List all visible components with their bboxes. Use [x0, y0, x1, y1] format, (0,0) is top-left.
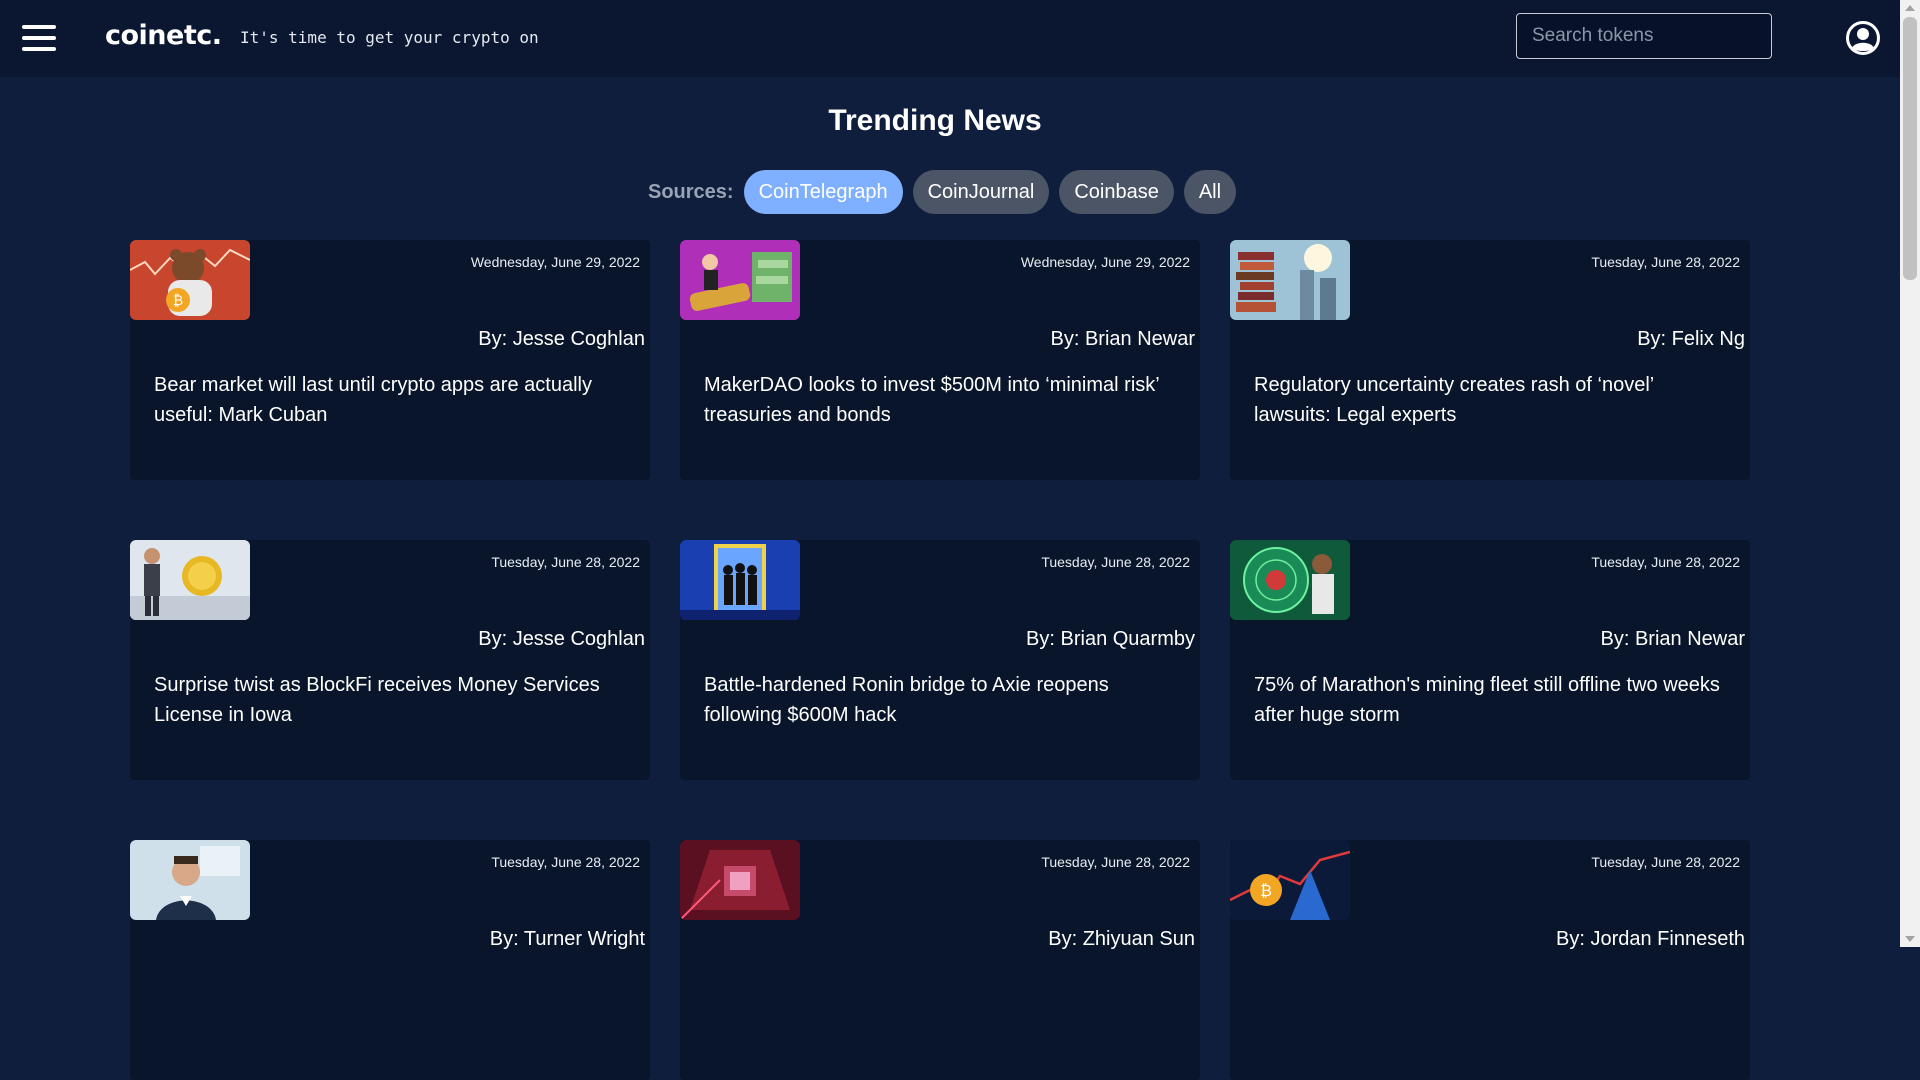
radar-scientist-thumbnail: [1230, 540, 1350, 620]
bitcoin-chart-thumbnail: ₿: [1230, 840, 1350, 920]
group-in-doorway-thumbnail: [680, 540, 800, 620]
article-date: Tuesday, June 28, 2022: [1591, 554, 1740, 570]
article-author: By: Felix Ng: [1637, 328, 1745, 350]
source-chip-all[interactable]: All: [1183, 170, 1237, 214]
article-author: By: Jordan Finneseth: [1556, 928, 1745, 950]
article-headline[interactable]: Bear market will last until crypto apps …: [154, 370, 624, 430]
source-chip-coinjournal[interactable]: CoinJournal: [912, 170, 1050, 214]
news-card[interactable]: ₿ Wednesday, June 29, 2022 By: Jesse Cog…: [130, 240, 650, 480]
man-with-coin-thumbnail: [130, 540, 250, 620]
news-card[interactable]: Wednesday, June 29, 2022 By: Brian Newar…: [680, 240, 1200, 480]
user-account-icon[interactable]: [1846, 21, 1880, 55]
news-card[interactable]: Tuesday, June 28, 2022 By: Zhiyuan Sun: [680, 840, 1200, 1080]
svg-text:₿: ₿: [173, 293, 183, 309]
article-date: Wednesday, June 29, 2022: [470, 254, 640, 270]
stacked-books-city-thumbnail: [1230, 240, 1350, 320]
scroll-down-arrow-icon[interactable]: [1905, 936, 1915, 942]
news-card[interactable]: Tuesday, June 28, 2022 By: Brian Newar 7…: [1230, 540, 1750, 780]
hamburger-menu-icon[interactable]: [22, 25, 56, 51]
page-scrollbar[interactable]: [1900, 0, 1920, 947]
source-chip-coinbase[interactable]: Coinbase: [1059, 170, 1174, 214]
article-headline[interactable]: Surprise twist as BlockFi receives Money…: [154, 670, 624, 730]
article-date: Wednesday, June 29, 2022: [1020, 254, 1190, 270]
search-input[interactable]: [1516, 13, 1772, 59]
article-author: By: Turner Wright: [489, 928, 645, 950]
source-filter: Sources: CoinTelegraph CoinJournal Coinb…: [648, 170, 1246, 214]
site-tagline: It's time to get your crypto on: [240, 28, 539, 47]
money-cannon-thumbnail: [680, 240, 800, 320]
news-card[interactable]: Tuesday, June 28, 2022 By: Felix Ng Regu…: [1230, 240, 1750, 480]
article-headline[interactable]: MakerDAO looks to invest $500M into ‘min…: [704, 370, 1174, 430]
article-headline[interactable]: Regulatory uncertainty creates rash of ‘…: [1254, 370, 1724, 430]
news-card[interactable]: Tuesday, June 28, 2022 By: Turner Wright: [130, 840, 650, 1080]
article-author: By: Jesse Coghlan: [478, 628, 645, 650]
article-date: Tuesday, June 28, 2022: [1591, 854, 1740, 870]
news-card[interactable]: ₿ Tuesday, June 28, 2022 By: Jordan Finn…: [1230, 840, 1750, 1080]
news-card[interactable]: Tuesday, June 28, 2022 By: Jesse Coghlan…: [130, 540, 650, 780]
article-date: Tuesday, June 28, 2022: [491, 854, 640, 870]
article-date: Tuesday, June 28, 2022: [491, 554, 640, 570]
article-author: By: Brian Newar: [1050, 328, 1196, 350]
scrollbar-thumb[interactable]: [1903, 17, 1917, 280]
top-bar: coinetc. It's time to get your crypto on: [0, 0, 1900, 77]
news-card[interactable]: Tuesday, June 28, 2022 By: Brian Quarmby…: [680, 540, 1200, 780]
sources-label: Sources:: [648, 180, 734, 203]
scroll-up-arrow-icon[interactable]: [1905, 5, 1915, 11]
page-title: Trending News: [828, 104, 1042, 137]
article-date: Tuesday, June 28, 2022: [1591, 254, 1740, 270]
site-logo[interactable]: coinetc.: [105, 20, 222, 51]
article-author: By: Jesse Coghlan: [478, 328, 645, 350]
article-headline[interactable]: Battle-hardened Ronin bridge to Axie reo…: [704, 670, 1174, 730]
red-room-thumbnail: [680, 840, 800, 920]
svg-text:₿: ₿: [1260, 881, 1272, 900]
article-author: By: Brian Quarmby: [1026, 628, 1195, 650]
article-headline[interactable]: 75% of Marathon's mining fleet still off…: [1254, 670, 1724, 730]
article-date: Tuesday, June 28, 2022: [1041, 854, 1190, 870]
bear-with-bitcoin-thumbnail: ₿: [130, 240, 250, 320]
portrait-photo-thumbnail: [130, 840, 250, 920]
source-chip-cointelegraph[interactable]: CoinTelegraph: [743, 170, 903, 214]
article-author: By: Brian Newar: [1600, 628, 1746, 650]
article-author: By: Zhiyuan Sun: [1048, 928, 1195, 950]
article-date: Tuesday, June 28, 2022: [1041, 554, 1190, 570]
